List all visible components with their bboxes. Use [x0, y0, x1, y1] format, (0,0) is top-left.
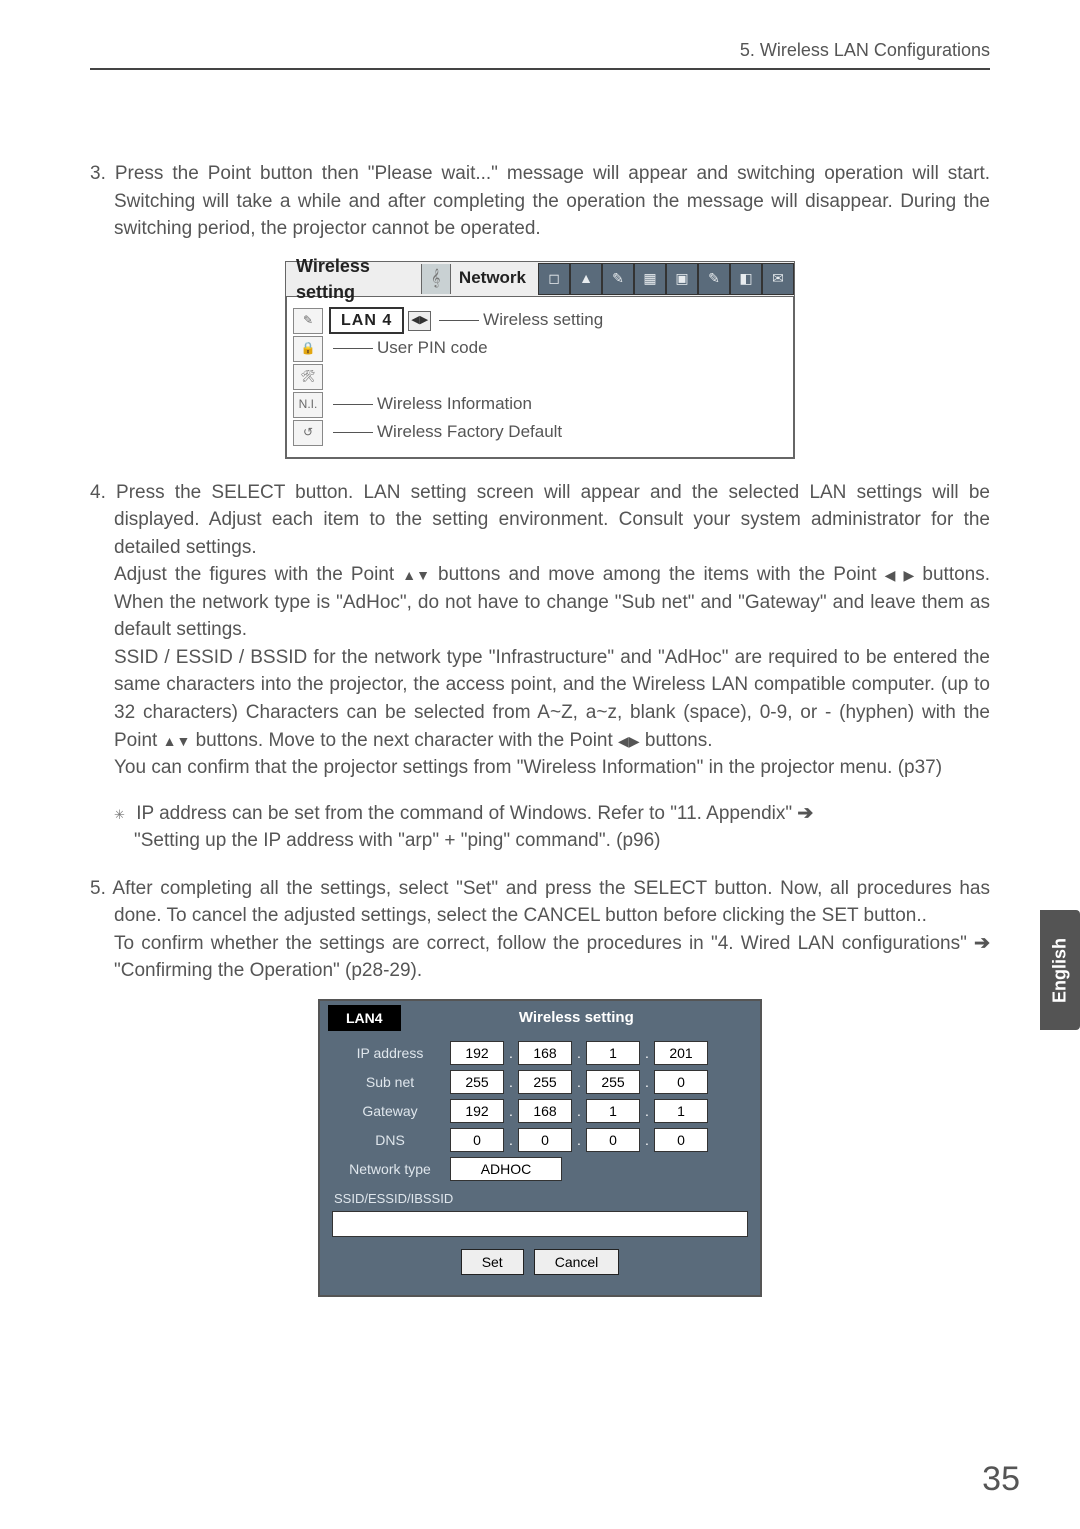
header-divider	[90, 68, 990, 70]
ip-octet-1[interactable]: 192	[450, 1041, 504, 1065]
ni-icon: N.I.	[293, 392, 323, 418]
label-ip: IP address	[330, 1043, 450, 1063]
ip-octet-2[interactable]: 168	[518, 1041, 572, 1065]
wireless-setting-dialog: LAN4 Wireless setting IP address 192. 16…	[318, 999, 762, 1297]
label-wireless-setting: Wireless setting	[483, 308, 603, 333]
label-network-type: Network type	[330, 1159, 450, 1179]
triangle-up-icon-2	[163, 727, 177, 755]
row-subnet: Sub net 255. 255. 255. 0	[330, 1070, 750, 1094]
network-label: Network	[451, 266, 534, 291]
menu-icon-7: ◧	[730, 263, 762, 295]
label-user-pin: User PIN code	[377, 336, 488, 361]
pencil-icon: ✎	[293, 308, 323, 334]
step4-p1: 4. Press the SELECT button. LAN setting …	[90, 479, 990, 562]
triangle-up-icon	[402, 561, 416, 589]
sub-octet-4[interactable]: 0	[654, 1070, 708, 1094]
cancel-button[interactable]: Cancel	[534, 1249, 620, 1275]
menu-icon-3: ✎	[602, 263, 634, 295]
lan-selector[interactable]: LAN 4	[329, 307, 404, 334]
section-header: 5. Wireless LAN Configurations	[740, 40, 990, 61]
row-network-type: Network type ADHOC	[330, 1157, 750, 1181]
step4-p2: Adjust the figures with the Point button…	[90, 561, 990, 644]
triangle-right-icon-2	[629, 727, 640, 755]
sub-octet-3[interactable]: 255	[586, 1070, 640, 1094]
gw-octet-1[interactable]: 192	[450, 1099, 504, 1123]
language-tab: English	[1040, 910, 1080, 1030]
label-dns: DNS	[330, 1130, 450, 1150]
antenna-icon: 𝄞	[421, 264, 451, 294]
projector-menu-figure: Wireless setting 𝄞 Network ◻ ▲ ✎ ▦ ▣ ✎ ◧…	[285, 261, 795, 459]
triangle-left-icon-2	[618, 727, 629, 755]
triangle-down-icon	[416, 561, 430, 589]
label-ssid: SSID/ESSID/IBSSID	[330, 1186, 750, 1211]
tool-icon: 🛠	[293, 364, 323, 390]
dns-octet-1[interactable]: 0	[450, 1128, 504, 1152]
ip-octet-4[interactable]: 201	[654, 1041, 708, 1065]
menu-body: ✎ LAN 4 ◀▶ Wireless setting 🔒 User PIN c…	[285, 297, 795, 459]
ip-octet-3[interactable]: 1	[586, 1041, 640, 1065]
arrow-right-icon	[797, 800, 813, 828]
dns-octet-3[interactable]: 0	[586, 1128, 640, 1152]
menu-icon-2: ▲	[570, 263, 602, 295]
ip-note-line2: "Setting up the IP address with "arp" + …	[90, 827, 990, 855]
label-wireless-info: Wireless Information	[377, 392, 532, 417]
label-subnet: Sub net	[330, 1072, 450, 1092]
step5-p1: 5. After completing all the settings, se…	[90, 875, 990, 930]
network-type-value[interactable]: ADHOC	[450, 1157, 562, 1181]
gw-octet-4[interactable]: 1	[654, 1099, 708, 1123]
sub-octet-1[interactable]: 255	[450, 1070, 504, 1094]
menu-icon-6: ✎	[698, 263, 730, 295]
label-gateway: Gateway	[330, 1101, 450, 1121]
step4-p4: You can confirm that the projector setti…	[90, 754, 990, 782]
dialog-lan-label: LAN4	[328, 1005, 401, 1031]
menu-icon-1: ◻	[538, 263, 570, 295]
page-number: 35	[982, 1460, 1020, 1499]
triangle-right-icon	[904, 561, 915, 589]
dns-octet-2[interactable]: 0	[518, 1128, 572, 1152]
lr-arrows-icon[interactable]: ◀▶	[408, 311, 431, 331]
arrow-right-icon-2	[974, 930, 990, 958]
wireless-setting-label: Wireless setting	[286, 253, 421, 305]
step4-p3: SSID / ESSID / BSSID for the network typ…	[90, 644, 990, 754]
dns-octet-4[interactable]: 0	[654, 1128, 708, 1152]
triangle-left-icon	[885, 561, 896, 589]
menu-top-bar: Wireless setting 𝄞 Network ◻ ▲ ✎ ▦ ▣ ✎ ◧…	[285, 261, 795, 297]
lock-icon: 🔒	[293, 336, 323, 362]
triangle-down-icon-2	[176, 727, 190, 755]
dialog-title: Wireless setting	[401, 1007, 752, 1029]
step3-text: 3. Press the Point button then "Please w…	[90, 160, 990, 243]
row-ip: IP address 192. 168. 1. 201	[330, 1041, 750, 1065]
sub-octet-2[interactable]: 255	[518, 1070, 572, 1094]
reset-icon: ↺	[293, 420, 323, 446]
menu-icon-4: ▦	[634, 263, 666, 295]
set-button[interactable]: Set	[461, 1249, 524, 1275]
menu-icon-8: ✉	[762, 263, 794, 295]
step5-p2: To confirm whether the settings are corr…	[90, 930, 990, 985]
row-dns: DNS 0. 0. 0. 0	[330, 1128, 750, 1152]
menu-icon-5: ▣	[666, 263, 698, 295]
row-gateway: Gateway 192. 168. 1. 1	[330, 1099, 750, 1123]
ip-note-line1: IP address can be set from the command o…	[90, 800, 990, 828]
ssid-input[interactable]	[332, 1211, 748, 1237]
gw-octet-2[interactable]: 168	[518, 1099, 572, 1123]
label-factory-default: Wireless Factory Default	[377, 420, 562, 445]
gw-octet-3[interactable]: 1	[586, 1099, 640, 1123]
